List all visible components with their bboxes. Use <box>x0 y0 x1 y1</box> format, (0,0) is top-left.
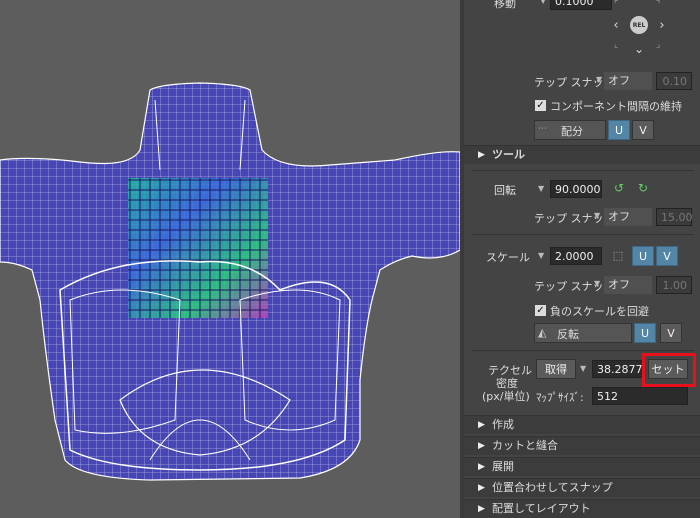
rotate-cw-icon[interactable]: ↻ <box>636 181 650 195</box>
highlight-box <box>642 353 696 387</box>
flip-label: 反転 <box>557 328 579 341</box>
uv-toolkit-panel: 移動 ▼ 0.1000 ‹ REL › ⌄ ⌞ ⌟ ⌜ ⌝ テップ スナッ ▼ … <box>464 0 700 518</box>
flip-u-button[interactable]: U <box>634 323 656 343</box>
texel-density-label-3: (px/単位) <box>482 390 530 403</box>
distribute-icon: ⋯ <box>538 124 547 134</box>
section-create[interactable]: ▶ 作成 <box>464 415 700 434</box>
move-snap-dropdown-icon[interactable]: ▼ <box>596 75 602 84</box>
map-size-label: ﾏｯﾌﾟｻｲｽﾞ: <box>536 391 584 404</box>
section-align-snap[interactable]: ▶ 位置合わせしてスナップ <box>464 478 700 497</box>
section-title: 位置合わせしてスナップ <box>492 481 613 494</box>
distribute-u-button[interactable]: U <box>608 120 630 140</box>
flip-v-button[interactable]: V <box>660 323 682 343</box>
section-cut-sew[interactable]: ▶ カットと縫合 <box>464 436 700 455</box>
corner-bl-icon: ⌞ <box>614 40 619 50</box>
rel-icon[interactable]: REL <box>630 16 648 34</box>
move-label: 移動 <box>494 0 516 10</box>
avoid-negative-checkbox[interactable]: ✓ <box>535 305 546 316</box>
uv-viewport[interactable] <box>0 0 460 518</box>
distribute-label: 配分 <box>561 125 583 138</box>
move-value-field[interactable]: 0.1000 <box>550 0 612 10</box>
chevron-down-icon[interactable]: ⌄ <box>632 42 646 56</box>
rotate-snap-value[interactable]: 15.00 <box>656 208 693 226</box>
corner-br-icon: ⌟ <box>656 40 661 50</box>
move-dropdown-icon[interactable]: ▼ <box>540 0 546 5</box>
expand-arrow-icon: ▶ <box>478 504 485 514</box>
rotate-ccw-icon[interactable]: ↺ <box>612 181 626 195</box>
move-snap-label: テップ スナッ <box>534 76 604 89</box>
avoid-negative-label: 負のスケールを回避 <box>550 305 649 318</box>
corner-tr-icon: ⌝ <box>656 0 661 10</box>
scale-u-button[interactable]: U <box>632 246 654 266</box>
divider <box>472 350 694 351</box>
section-unfold[interactable]: ▶ 展開 <box>464 457 700 476</box>
rotate-snap-mode[interactable]: オフ <box>604 208 652 226</box>
chevron-left-icon[interactable]: ‹ <box>609 18 623 33</box>
chevron-right-icon[interactable]: › <box>655 18 669 33</box>
divider <box>472 234 694 235</box>
corner-tl-icon: ⌜ <box>614 0 619 10</box>
rotate-snap-dropdown-icon[interactable]: ▼ <box>594 211 600 220</box>
rotate-dropdown-icon[interactable]: ▼ <box>538 184 544 193</box>
rotate-label: 回転 <box>494 184 516 197</box>
scale-pivot-icon[interactable]: ⬚ <box>612 248 624 262</box>
distribute-v-button[interactable]: V <box>632 120 654 140</box>
scale-dropdown-icon[interactable]: ▼ <box>538 251 544 260</box>
expand-arrow-icon: ▶ <box>478 462 485 472</box>
preserve-spacing-checkbox[interactable]: ✓ <box>535 100 546 111</box>
scale-snap-mode[interactable]: オフ <box>604 276 652 294</box>
section-title: カットと縫合 <box>492 439 558 452</box>
flip-icon: ◭ <box>538 326 547 339</box>
scale-value-field[interactable]: 2.0000 <box>550 247 602 265</box>
divider <box>472 170 694 171</box>
section-title: 作成 <box>492 418 514 431</box>
texel-dropdown-icon[interactable]: ▼ <box>580 364 586 373</box>
scale-label: スケール <box>486 251 530 264</box>
scale-v-button[interactable]: V <box>656 246 678 266</box>
rotate-value-field[interactable]: 90.0000 <box>550 180 602 198</box>
expand-arrow-icon: ▶ <box>478 441 485 451</box>
map-size-field[interactable]: 512 <box>592 387 688 405</box>
uv-mesh-canvas[interactable] <box>0 0 460 518</box>
scale-snap-value[interactable]: 1.00 <box>656 276 692 294</box>
scale-snap-dropdown-icon[interactable]: ▼ <box>594 279 600 288</box>
flip-button[interactable]: ◭ 反転 <box>534 323 632 343</box>
preserve-spacing-label: コンポーネント間隔の維持 <box>550 100 682 113</box>
section-title: 展開 <box>492 460 514 473</box>
expand-arrow-icon: ▶ <box>478 420 485 430</box>
move-snap-mode[interactable]: オフ <box>604 72 652 90</box>
tools-section-header[interactable]: ▶ ツール <box>464 145 700 164</box>
distribute-button[interactable]: ⋯ 配分 <box>534 120 606 140</box>
section-title: 配置してレイアウト <box>492 502 591 515</box>
move-snap-value[interactable]: 0.10 <box>656 72 692 90</box>
get-texel-button[interactable]: 取得 <box>536 359 576 379</box>
tools-section-title: ツール <box>492 148 525 161</box>
expand-arrow-icon: ▶ <box>478 483 485 493</box>
section-arrange-layout[interactable]: ▶ 配置してレイアウト <box>464 499 700 518</box>
texel-value-field[interactable]: 38.2877 <box>592 360 644 378</box>
expand-arrow-icon: ▶ <box>478 150 485 160</box>
